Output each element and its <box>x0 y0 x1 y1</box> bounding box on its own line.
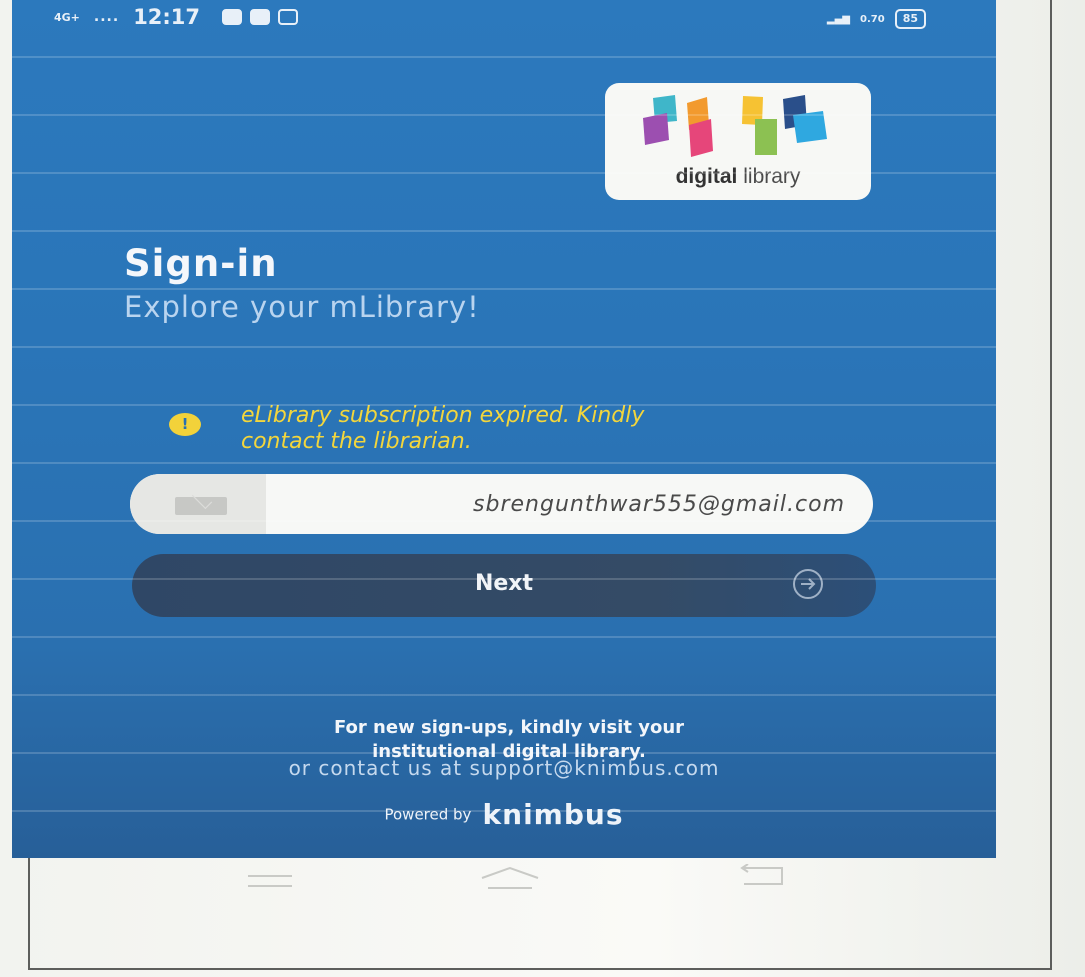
home-icon[interactable] <box>478 866 542 892</box>
message-icon <box>250 9 271 25</box>
back-icon[interactable] <box>736 864 788 888</box>
notification-icon <box>222 9 243 25</box>
status-bar: 4G+ .... 12:17 ▂▄▆ 0.70 85 <box>12 0 996 38</box>
mail-icon <box>175 497 227 515</box>
next-button[interactable]: Next <box>132 554 876 617</box>
page-title: Sign-in <box>124 242 278 285</box>
warning-line-1: eLibrary subscription expired. Kindly <box>241 403 645 428</box>
arrow-circle-right-icon <box>793 569 823 599</box>
next-button-label: Next <box>474 571 534 596</box>
logo-word-library: library <box>743 165 801 188</box>
network-indicator: 4G+ <box>54 10 80 24</box>
email-field[interactable] <box>130 474 873 534</box>
email-input[interactable] <box>285 474 855 534</box>
signal-icon: .... <box>93 9 120 25</box>
phone-screen: 4G+ .... 12:17 ▂▄▆ 0.70 85 digital libra… <box>12 0 996 858</box>
signup-notice-line-1: For new sign-ups, kindly visit your <box>333 717 685 738</box>
warning-line-2: contact the librarian. <box>241 429 472 454</box>
battery-indicator: 85 <box>894 9 926 29</box>
books-logo-icon <box>643 95 827 157</box>
warning-icon: ! <box>169 413 201 436</box>
support-contact-link[interactable]: or contact us at support@knimbus.com <box>12 756 996 780</box>
email-icon-box <box>130 474 266 534</box>
logo-word-digital: digital <box>675 165 738 188</box>
menu-icon[interactable] <box>246 872 296 892</box>
powered-by-row: Powered by knimbus <box>12 798 996 831</box>
data-speed: 0.70 <box>860 13 885 25</box>
digital-library-logo: digital library <box>605 83 871 200</box>
clock: 12:17 <box>133 5 201 29</box>
signal-strength-icon: ▂▄▆ <box>826 13 850 25</box>
knimbus-logo: knimbus <box>482 798 624 831</box>
powered-by-label: Powered by <box>384 805 472 824</box>
mail-notification-icon <box>278 9 299 25</box>
page-subtitle: Explore your mLibrary! <box>124 290 480 324</box>
subscription-warning: eLibrary subscription expired. Kindly co… <box>241 403 891 455</box>
